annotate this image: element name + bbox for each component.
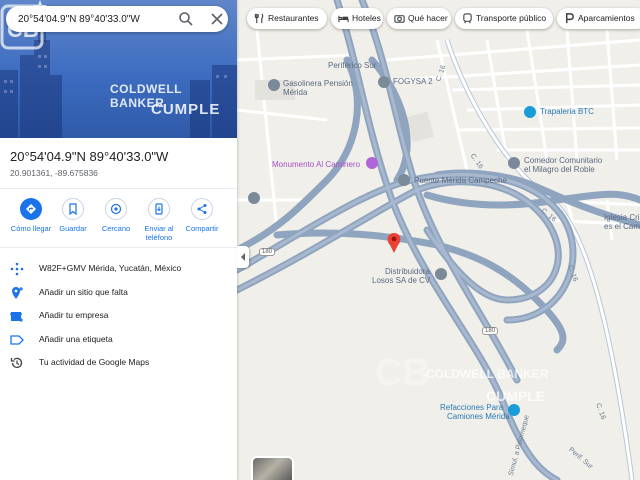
chip-transporte[interactable]: Transporte público — [455, 8, 553, 29]
map-watermark-logo: CB — [375, 352, 430, 394]
brand-text-line2: CUMPLE — [151, 101, 221, 118]
send-to-phone-button[interactable]: Enviar al teléfono — [136, 196, 182, 242]
highway-shield-180-b: 180 — [482, 327, 499, 335]
place-title: 20°54'04.9"N 89°40'33.0"W — [10, 149, 169, 164]
info-text: Añadir tu empresa — [39, 310, 109, 320]
community-icon[interactable] — [508, 157, 520, 169]
map-label-trapaleria[interactable]: Trapaleria BTC — [540, 107, 594, 116]
svg-text:CB: CB — [375, 352, 430, 394]
collapse-panel-button[interactable] — [237, 246, 249, 268]
share-button[interactable]: Compartir — [179, 196, 225, 233]
action-label: Cómo llegar — [10, 224, 52, 233]
chip-restaurantes[interactable]: Restaurantes — [247, 8, 327, 29]
map-label-comedor-1[interactable]: Comedor Comunitario — [524, 156, 602, 165]
place-coordinates: 20.901361, -89.675836 — [10, 168, 98, 178]
map-label-refacciones-1[interactable]: Refacciones Para — [440, 403, 503, 412]
history-icon — [10, 357, 23, 368]
plus-code-icon — [10, 262, 24, 276]
directions-button[interactable]: Cómo llegar — [8, 196, 54, 233]
action-label: Compartir — [185, 224, 219, 233]
chip-label: Aparcamientos — [578, 13, 635, 23]
map-watermark-text-2: CUMPLE — [486, 388, 546, 404]
hotel-icon — [338, 15, 349, 23]
monument-icon[interactable] — [366, 157, 378, 169]
info-text: Añadir un sitio que falta — [39, 287, 128, 297]
distribuidora-icon[interactable] — [435, 268, 447, 280]
map-label-distribuidora-2[interactable]: Losos SA de CV — [372, 276, 430, 285]
map-label-iglesia-2[interactable]: es el Camin — [604, 222, 640, 231]
map-label-distribuidora-1[interactable]: Distribuidora — [385, 267, 430, 276]
chip-label: Qué hacer — [408, 13, 448, 23]
add-label-row[interactable]: Añadir una etiqueta — [0, 329, 237, 351]
map-label-fogysa[interactable]: FOGYSA 2 — [393, 77, 433, 86]
shop-icon[interactable] — [524, 106, 536, 118]
label-icon — [10, 335, 24, 345]
nearby-icon — [110, 203, 122, 215]
action-bar: Cómo llegar Guardar Cercano Enviar al te… — [0, 196, 237, 244]
chip-label: Transporte público — [476, 13, 547, 23]
map-watermark-text-1: COLDWELL BANKER — [426, 367, 549, 381]
chip-label: Restaurantes — [268, 13, 319, 23]
satellite-layer-thumbnail[interactable] — [251, 456, 294, 480]
action-label: Enviar al teléfono — [144, 224, 174, 242]
add-business-row[interactable]: Añadir tu empresa — [0, 305, 237, 327]
parking-icon — [566, 13, 574, 24]
phone-icon — [155, 203, 163, 215]
fogysa-poi-icon[interactable] — [378, 76, 390, 88]
save-button[interactable]: Guardar — [50, 196, 96, 233]
map-label-gasolinera[interactable]: Gasolinera Pensión Mérida — [283, 79, 363, 97]
search-input[interactable] — [18, 10, 168, 28]
highway-shield-180-a: 180 — [259, 248, 276, 256]
side-panel: CB COLDWELL BANKER CUMPLE 20°54'04.9"N 8… — [0, 0, 237, 480]
map-label-iglesia-1[interactable]: Iglesia Cris — [604, 213, 640, 222]
map-label-periferico-sur[interactable]: Periférico Sur — [328, 61, 376, 70]
close-icon[interactable] — [207, 9, 227, 29]
gas-station-icon[interactable] — [268, 79, 280, 91]
chevron-left-icon — [241, 253, 245, 261]
info-text: Añadir una etiqueta — [39, 334, 113, 344]
search-box — [6, 6, 228, 32]
share-icon — [197, 204, 207, 214]
map-label-refacciones-2[interactable]: Camiones Mérida — [447, 412, 510, 421]
transit-icon — [463, 13, 472, 24]
chip-aparcamientos[interactable]: Aparcamientos — [557, 8, 640, 29]
directions-icon — [26, 204, 36, 214]
action-label: Guardar — [59, 224, 87, 233]
bookmark-icon — [69, 203, 77, 215]
left-poi-icon[interactable] — [248, 192, 260, 204]
camera-icon — [394, 15, 405, 23]
business-icon — [10, 312, 23, 322]
chip-hoteles[interactable]: Hoteles — [331, 8, 383, 29]
maps-app: CB Periférico Sur Gasolinera Pensión Mér… — [0, 0, 640, 480]
bridge-poi-icon[interactable] — [398, 174, 410, 186]
map-label-comedor-2[interactable]: el Milagro del Roble — [524, 165, 595, 174]
restaurant-icon — [254, 13, 264, 24]
info-text: Tu actividad de Google Maps — [39, 357, 150, 367]
divider — [0, 188, 237, 189]
info-text: W82F+GMV Mérida, Yucatán, México — [39, 263, 182, 273]
add-place-row[interactable]: Añadir un sitio que falta — [0, 282, 237, 304]
chip-que-hacer[interactable]: Qué hacer — [387, 8, 451, 29]
nearby-button[interactable]: Cercano — [93, 196, 139, 233]
action-label: Cercano — [101, 224, 131, 233]
map-label-puente[interactable]: Puente Mérida Campeche — [414, 176, 507, 185]
plus-code-row[interactable]: W82F+GMV Mérida, Yucatán, México — [0, 258, 237, 280]
activity-row[interactable]: Tu actividad de Google Maps — [0, 352, 237, 374]
map-label-monumento[interactable]: Monumento Al Caminero — [272, 160, 360, 169]
add-place-icon — [12, 287, 23, 299]
chip-label: Hoteles — [352, 13, 381, 23]
divider — [0, 247, 237, 248]
search-icon[interactable] — [176, 9, 196, 29]
